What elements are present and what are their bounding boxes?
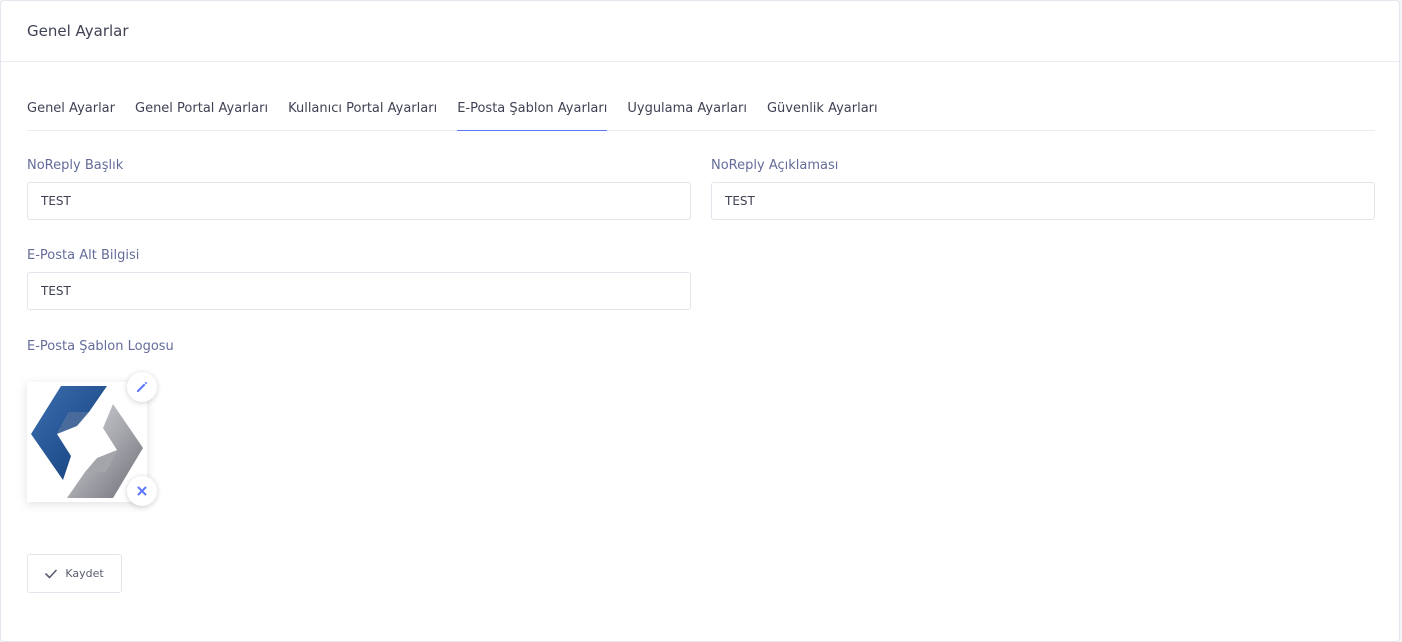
email-footer-label: E-Posta Alt Bilgisi [27, 248, 140, 263]
save-button[interactable]: Kaydet [27, 554, 122, 593]
save-button-label: Kaydet [65, 567, 104, 580]
settings-card: Genel Ayarlar Genel Ayarlar Genel Portal… [0, 0, 1400, 642]
noreply-title-label: NoReply Başlık [27, 158, 124, 173]
tab-guvenlik-ayarlari[interactable]: Güvenlik Ayarları [767, 87, 878, 131]
page-title: Genel Ayarlar [27, 22, 129, 40]
noreply-title-input[interactable] [27, 182, 691, 220]
email-footer-input[interactable] [27, 272, 691, 310]
noreply-desc-input[interactable] [711, 182, 1375, 220]
tab-uygulama-ayarlari[interactable]: Uygulama Ayarları [627, 87, 747, 131]
logo-label: E-Posta Şablon Logosu [27, 339, 174, 354]
tab-bar: Genel Ayarlar Genel Portal Ayarları Kull… [27, 87, 1375, 131]
tab-genel-portal-ayarlari[interactable]: Genel Portal Ayarları [135, 87, 268, 131]
noreply-desc-label: NoReply Açıklaması [711, 158, 839, 173]
close-icon [137, 486, 147, 496]
check-icon [45, 569, 58, 578]
tab-genel-ayarlar[interactable]: Genel Ayarlar [27, 87, 115, 131]
card-header: Genel Ayarlar [1, 1, 1399, 62]
pencil-icon [137, 381, 148, 392]
tab-eposta-sablon-ayarlari[interactable]: E-Posta Şablon Ayarları [457, 87, 608, 131]
edit-logo-button[interactable] [127, 372, 157, 402]
remove-logo-button[interactable] [127, 476, 157, 506]
tab-kullanici-portal-ayarlari[interactable]: Kullanıcı Portal Ayarları [288, 87, 437, 131]
